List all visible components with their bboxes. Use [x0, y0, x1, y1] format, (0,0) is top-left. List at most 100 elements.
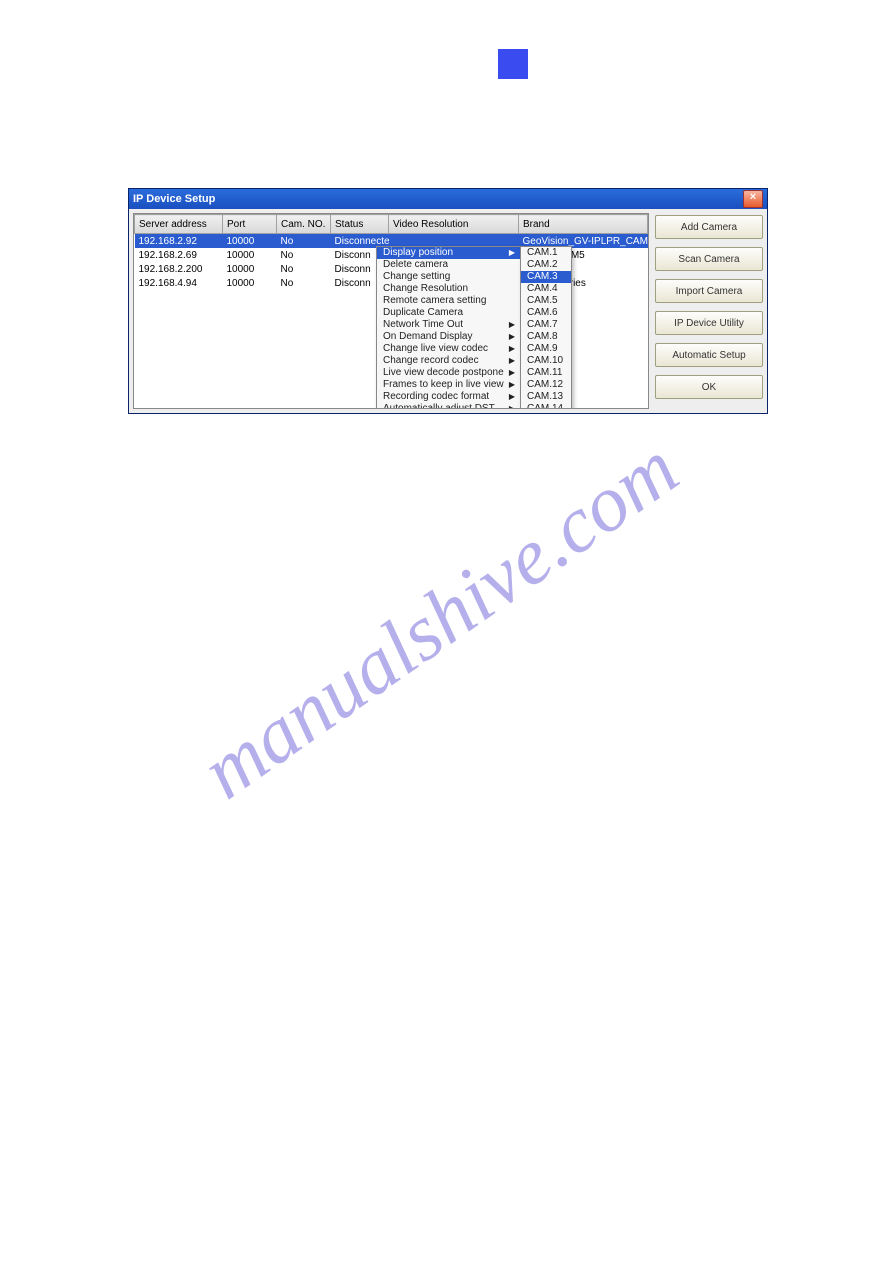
submenu-item[interactable]: CAM.8 [521, 331, 571, 343]
submenu-item-label: CAM.4 [527, 283, 565, 295]
ok-button[interactable]: OK [655, 375, 763, 399]
submenu-item[interactable]: CAM.1 [521, 247, 571, 259]
titlebar[interactable]: IP Device Setup × [129, 189, 767, 209]
decorative-square [498, 49, 528, 79]
context-menu-item[interactable]: Duplicate Camera [377, 307, 521, 319]
context-menu-item[interactable]: On Demand Display▶ [377, 331, 521, 343]
context-menu-item[interactable]: Change record codec▶ [377, 355, 521, 367]
submenu-item-label: CAM.8 [527, 331, 565, 343]
submenu-item-label: CAM.6 [527, 307, 565, 319]
submenu-item[interactable]: CAM.9 [521, 343, 571, 355]
submenu-item-label: CAM.10 [527, 355, 565, 367]
context-menu[interactable]: Display position▶Delete cameraChange set… [376, 246, 522, 409]
menu-item-label: Live view decode postpone time [383, 367, 505, 379]
table-cell: 10000 [223, 276, 277, 290]
submenu-item[interactable]: CAM.7 [521, 319, 571, 331]
display-position-submenu[interactable]: CAM.1CAM.2CAM.3CAM.4CAM.5CAM.6CAM.7CAM.8… [520, 246, 572, 409]
submenu-item-label: CAM.5 [527, 295, 565, 307]
chevron-right-icon: ▶ [505, 379, 515, 391]
table-cell: 10000 [223, 248, 277, 262]
chevron-right-icon: ▶ [505, 367, 515, 379]
submenu-item-label: CAM.9 [527, 343, 565, 355]
chevron-right-icon: ▶ [505, 355, 515, 367]
scan-camera-button[interactable]: Scan Camera [655, 247, 763, 271]
context-menu-item[interactable]: Change Resolution [377, 283, 521, 295]
close-icon[interactable]: × [743, 190, 763, 208]
submenu-item-label: CAM.1 [527, 247, 565, 259]
context-menu-item[interactable]: Frames to keep in live view buffer▶ [377, 379, 521, 391]
chevron-right-icon: ▶ [505, 403, 515, 409]
submenu-item-label: CAM.13 [527, 391, 565, 403]
submenu-item-label: CAM.2 [527, 259, 565, 271]
table-cell: 192.168.4.94 [135, 276, 223, 290]
chevron-right-icon: ▶ [505, 247, 515, 259]
chevron-right-icon: ▶ [505, 343, 515, 355]
table-header-row: Server address Port Cam. NO. Status Vide… [135, 215, 648, 234]
menu-item-label: Recording codec format [383, 391, 505, 403]
menu-item-label: Frames to keep in live view buffer [383, 379, 505, 391]
chevron-right-icon: ▶ [505, 391, 515, 403]
table-cell: No [277, 276, 331, 290]
submenu-item[interactable]: CAM.11 [521, 367, 571, 379]
header-status[interactable]: Status [331, 215, 389, 234]
header-cam-no[interactable]: Cam. NO. [277, 215, 331, 234]
submenu-item[interactable]: CAM.12 [521, 379, 571, 391]
context-menu-item[interactable]: Change setting [377, 271, 521, 283]
submenu-item-label: CAM.14 [527, 403, 565, 409]
add-camera-button[interactable]: Add Camera [655, 215, 763, 239]
device-table-area: Server address Port Cam. NO. Status Vide… [133, 213, 649, 409]
header-server-address[interactable]: Server address [135, 215, 223, 234]
menu-item-label: Change setting [383, 271, 515, 283]
context-menu-item[interactable]: Display position▶ [377, 247, 521, 259]
header-video-resolution[interactable]: Video Resolution [389, 215, 519, 234]
submenu-item-label: CAM.7 [527, 319, 565, 331]
dialog-title: IP Device Setup [133, 193, 743, 205]
menu-item-label: Change record codec [383, 355, 505, 367]
context-menu-item[interactable]: Remote camera setting [377, 295, 521, 307]
automatic-setup-button[interactable]: Automatic Setup [655, 343, 763, 367]
menu-item-label: Change Resolution [383, 283, 515, 295]
table-cell: No [277, 234, 331, 249]
context-menu-item[interactable]: Live view decode postpone time▶ [377, 367, 521, 379]
submenu-item[interactable]: CAM.14 [521, 403, 571, 409]
table-cell: 192.168.2.200 [135, 262, 223, 276]
context-menu-item[interactable]: Delete camera [377, 259, 521, 271]
submenu-item[interactable]: CAM.10 [521, 355, 571, 367]
submenu-item-label: CAM.12 [527, 379, 565, 391]
menu-item-label: Display position [383, 247, 505, 259]
table-cell: 10000 [223, 262, 277, 276]
chevron-right-icon: ▶ [505, 319, 515, 331]
submenu-item[interactable]: CAM.3 [521, 271, 571, 283]
menu-item-label: On Demand Display [383, 331, 505, 343]
submenu-item[interactable]: CAM.13 [521, 391, 571, 403]
context-menu-item[interactable]: Network Time Out▶ [377, 319, 521, 331]
submenu-item[interactable]: CAM.2 [521, 259, 571, 271]
context-menu-item[interactable]: Recording codec format▶ [377, 391, 521, 403]
submenu-item[interactable]: CAM.6 [521, 307, 571, 319]
menu-item-label: Network Time Out [383, 319, 505, 331]
table-cell: No [277, 248, 331, 262]
table-cell: 10000 [223, 234, 277, 249]
menu-item-label: Change live view codec [383, 343, 505, 355]
context-menu-item[interactable]: Change live view codec▶ [377, 343, 521, 355]
menu-item-label: Remote camera setting [383, 295, 515, 307]
context-menu-item[interactable]: Automatically adjust DST▶ [377, 403, 521, 409]
submenu-item[interactable]: CAM.4 [521, 283, 571, 295]
submenu-item-label: CAM.11 [527, 367, 565, 379]
menu-item-label: Delete camera [383, 259, 515, 271]
submenu-item-label: CAM.3 [527, 271, 565, 283]
table-cell: 192.168.2.69 [135, 248, 223, 262]
import-camera-button[interactable]: Import Camera [655, 279, 763, 303]
chevron-right-icon: ▶ [505, 331, 515, 343]
ip-device-utility-button[interactable]: IP Device Utility [655, 311, 763, 335]
button-column: Add Camera Scan Camera Import Camera IP … [655, 213, 763, 409]
submenu-item[interactable]: CAM.5 [521, 295, 571, 307]
header-port[interactable]: Port [223, 215, 277, 234]
table-cell: No [277, 262, 331, 276]
dialog-body: Server address Port Cam. NO. Status Vide… [129, 209, 767, 413]
table-cell: 192.168.2.92 [135, 234, 223, 249]
header-brand[interactable]: Brand [519, 215, 648, 234]
menu-item-label: Automatically adjust DST [383, 403, 505, 409]
menu-item-label: Duplicate Camera [383, 307, 515, 319]
ip-device-setup-dialog: IP Device Setup × Server address Port Ca… [128, 188, 768, 414]
